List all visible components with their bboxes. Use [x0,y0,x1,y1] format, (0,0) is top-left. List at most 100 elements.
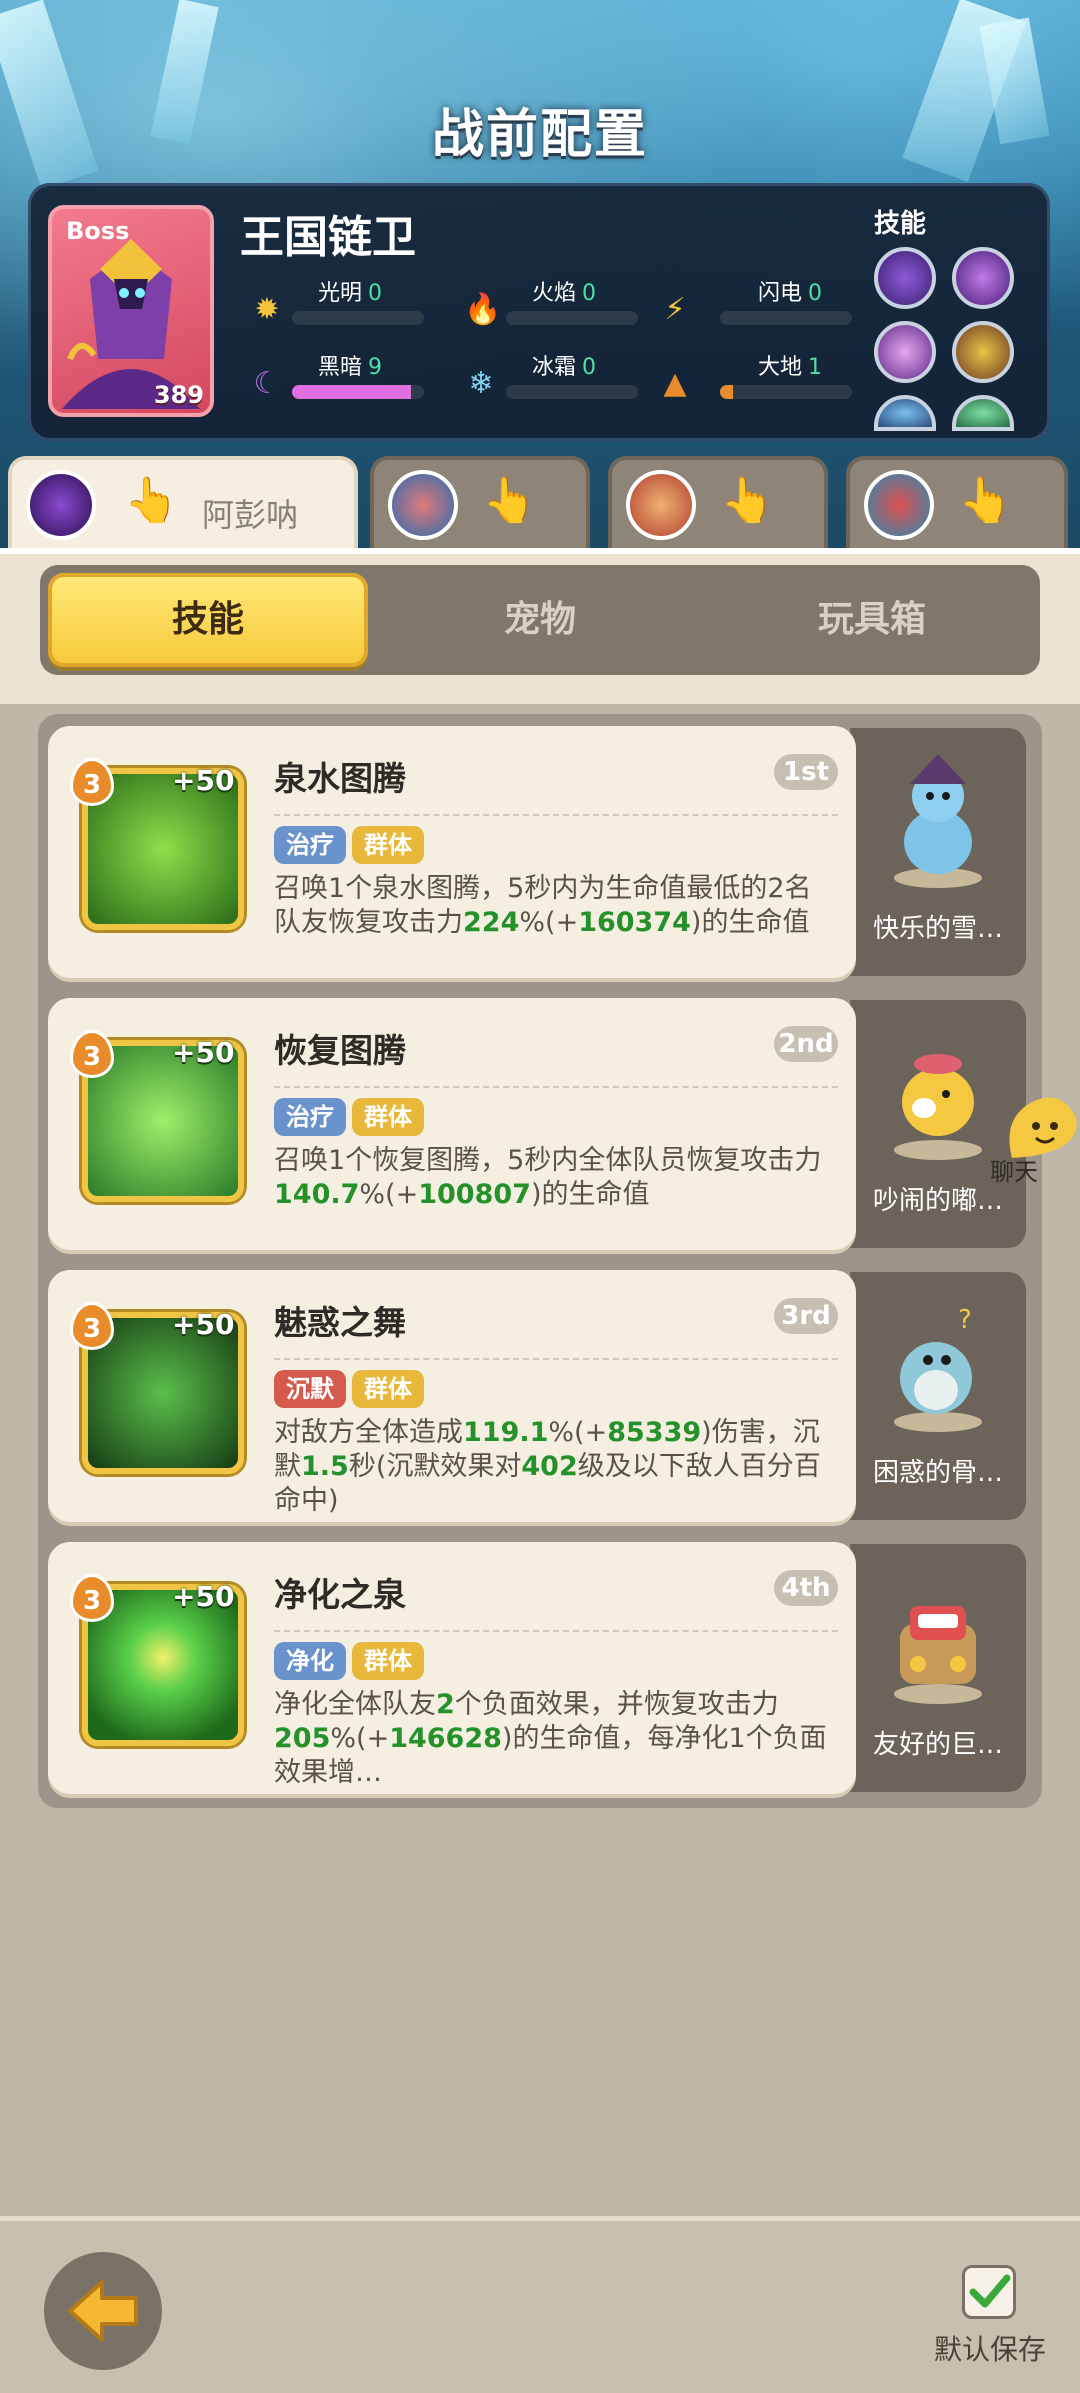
divider [274,814,838,816]
skill-bonus: +50 [172,1308,235,1341]
skill-tag: 群体 [352,826,424,864]
boss-skill-icon-1[interactable] [874,247,936,309]
element-dark-bar [292,385,424,399]
skill-rank: 4th [774,1570,838,1606]
element-dark: ☾ 黑暗 9 [250,349,450,401]
divider [274,1630,838,1632]
skill-tag: 群体 [352,1098,424,1136]
pet-slot-4[interactable]: 友好的巨… [850,1544,1026,1792]
boss-skill-icon-4[interactable] [952,321,1014,383]
skill-name: 泉水图腾 [274,759,406,798]
tab-skills[interactable]: 技能 [48,573,368,667]
skill-card-2[interactable]: 3 +50 恢复图腾 2nd 治疗 群体 召唤1个恢复图腾，5秒内全体队员恢复攻… [48,998,856,1250]
moon-icon: ☾ [253,366,281,401]
pet-slot-2[interactable]: 吵闹的嘟… [850,1000,1026,1248]
skill-tag: 群体 [352,1642,424,1680]
snowman-pet-icon [894,754,982,888]
character-avatar [864,470,934,540]
tab-toybox[interactable]: 玩具箱 [712,573,1032,667]
hand-icon: 👆 [482,475,537,526]
robot-pet-icon [894,1606,982,1704]
boss-skill-icon-2[interactable] [952,247,1014,309]
boss-level: 389 [153,381,204,409]
config-tabbar: 技能 宠物 玩具箱 [40,565,1040,675]
skill-description: 净化全体队友2个负面效果，并恢复攻击力205%(+146628)的生命值，每净化… [274,1689,827,1788]
element-frost-bar [506,385,638,399]
hand-icon: 👆 [124,475,179,526]
element-frost: ❄ 冰霜 0 [464,349,664,401]
hand-icon: 👆 [958,475,1013,526]
bird-pet-icon [894,1054,982,1160]
boss-skill-icon-3[interactable] [874,321,936,383]
element-fire: 🔥 火焰 0 [464,275,664,327]
divider [274,1086,838,1088]
boss-info-panel: Boss 389 王国链卫 ✹ 光明 0 🔥 火焰 0 ⚡ 闪电 0 ☾ 黑暗 9 ❄ … [28,183,1050,441]
skill-rank: 1st [774,754,838,790]
skill-level-badge: 3 [70,1030,114,1078]
character-tab-3[interactable]: 👆 [608,456,828,548]
boss-skill-icon-5[interactable] [874,395,936,431]
skill-card-1[interactable]: 3 +50 泉水图腾 1st 治疗 群体 召唤1个泉水图腾，5秒内为生命值最低的… [48,726,856,978]
default-save-label: 默认保存 [934,2333,1047,2366]
skill-level-badge: 3 [70,1302,114,1350]
boss-skills-label: 技能 [874,209,927,239]
skill-tag: 治疗 [274,1098,346,1136]
snowflake-icon: ❄ [468,366,494,401]
skill-level-badge: 3 [70,758,114,806]
tab-pets[interactable]: 宠物 [380,573,700,667]
default-save-checkbox[interactable] [962,2265,1016,2319]
skill-tag: 净化 [274,1642,346,1680]
element-lightning: ⚡ 闪电 0 [658,275,858,327]
pet-slot-1[interactable]: 快乐的雪… [850,728,1026,976]
boss-portrait[interactable]: Boss 389 [48,205,214,417]
skill-tag: 沉默 [274,1370,346,1408]
character-avatar [388,470,458,540]
skill-level-badge: 3 [70,1574,114,1622]
character-name: 阿彭呐 [202,496,299,534]
boss-skill-icon-6[interactable] [952,395,1014,431]
boss-name: 王国链卫 [240,212,416,263]
element-earth: ▲ 大地 1 [658,349,858,401]
pet-name: 快乐的雪… [872,914,1003,944]
page-title: 战前配置 [431,105,648,165]
mountain-icon: ▲ [663,366,687,401]
pet-name: 友好的巨… [872,1730,1003,1760]
bottom-bar [0,2216,1080,2393]
skill-bonus: +50 [172,1580,235,1613]
svg-text:?: ? [958,1305,972,1335]
sun-icon: ✹ [254,292,280,327]
skill-rank: 2nd [774,1026,838,1062]
pet-slot-3[interactable]: ? 困惑的骨… [850,1272,1026,1520]
skill-description: 召唤1个泉水图腾，5秒内为生命值最低的2名队友恢复攻击力224%(+160374… [274,873,812,938]
skill-bonus: +50 [172,764,235,797]
character-tab-1[interactable]: 👆 阿彭呐 [8,456,358,548]
skill-card-4[interactable]: 3 +50 净化之泉 4th 净化 群体 净化全体队友2个负面效果，并恢复攻击力… [48,1542,856,1794]
element-lightning-bar [720,311,852,325]
character-tab-2[interactable]: 👆 [370,456,590,548]
boss-tag: Boss [66,217,130,245]
skill-name: 恢复图腾 [274,1031,406,1070]
skill-bonus: +50 [172,1036,235,1069]
divider [274,1358,838,1360]
back-button[interactable] [44,2252,162,2370]
element-earth-bar [720,385,852,399]
checkmark-icon [969,2274,1011,2308]
skill-description: 召唤1个恢复图腾，5秒内全体队员恢复攻击力140.7%(+100807)的生命值 [274,1145,822,1210]
element-light-bar [292,311,424,325]
skill-card-3[interactable]: 3 +50 魅惑之舞 3rd 沉默 群体 对敌方全体造成119.1%(+8533… [48,1270,856,1522]
character-tab-4[interactable]: 👆 [846,456,1068,548]
chat-label: 聊天 [990,1158,1038,1186]
character-avatar [26,470,96,540]
skill-tag: 群体 [352,1370,424,1408]
element-light: ✹ 光明 0 [250,275,450,327]
lightning-icon: ⚡ [664,292,686,327]
skill-rank: 3rd [774,1298,838,1334]
hand-icon: 👆 [720,475,775,526]
skill-name: 魅惑之舞 [274,1303,406,1342]
pet-name: 困惑的骨… [872,1458,1003,1488]
skill-description: 对敌方全体造成119.1%(+85339)伤害，沉默1.5秒(沉默效果对402级… [274,1417,821,1516]
character-avatar [626,470,696,540]
element-fire-bar [506,311,638,325]
skill-tag: 治疗 [274,826,346,864]
arrow-left-icon [68,2280,138,2342]
